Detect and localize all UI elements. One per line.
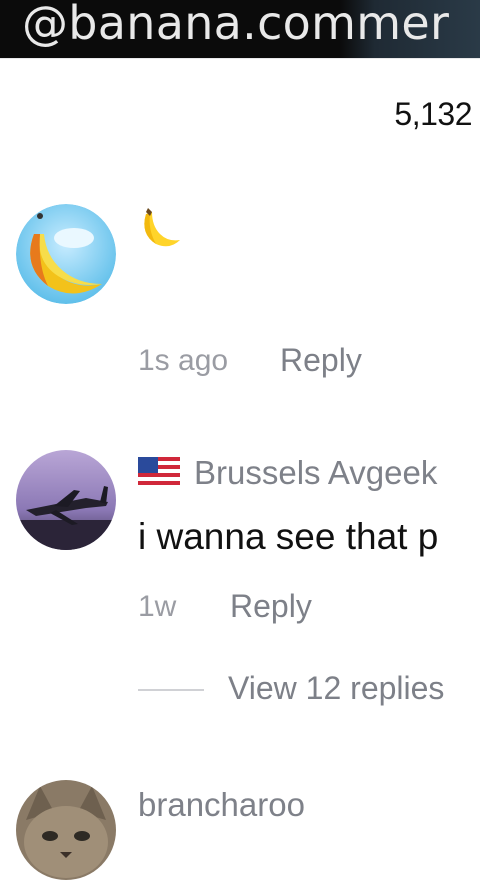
comment-username[interactable]: brancharoo <box>138 786 305 824</box>
reply-button[interactable]: Reply <box>230 588 312 625</box>
comment-username[interactable]: Brussels Avgeek <box>138 454 437 495</box>
video-top-bar: @banana.commer <box>0 0 480 58</box>
reply-button[interactable]: Reply <box>280 342 362 379</box>
airplane-photo <box>16 450 116 550</box>
username-label: Brussels Avgeek <box>194 454 438 491</box>
us-flag-icon <box>138 457 180 495</box>
comment-time: 1s ago <box>138 344 229 377</box>
comment-text: 🍌 <box>138 204 184 255</box>
comment-text: i wanna see that p <box>138 516 439 557</box>
avatar[interactable] <box>16 204 116 304</box>
banana-globe-icon <box>16 204 116 304</box>
avatar[interactable] <box>16 780 116 880</box>
banana-emoji-icon <box>144 208 180 247</box>
watermark-text: @banana.commer <box>22 0 450 50</box>
view-replies-label: View 12 replies <box>228 670 445 706</box>
avatar[interactable] <box>16 450 116 550</box>
comments-count: 5,132 <box>394 96 472 132</box>
comment-time: 1w <box>138 590 177 623</box>
replies-divider <box>138 689 204 691</box>
cat-photo <box>16 780 116 880</box>
panel-divider <box>0 58 480 59</box>
